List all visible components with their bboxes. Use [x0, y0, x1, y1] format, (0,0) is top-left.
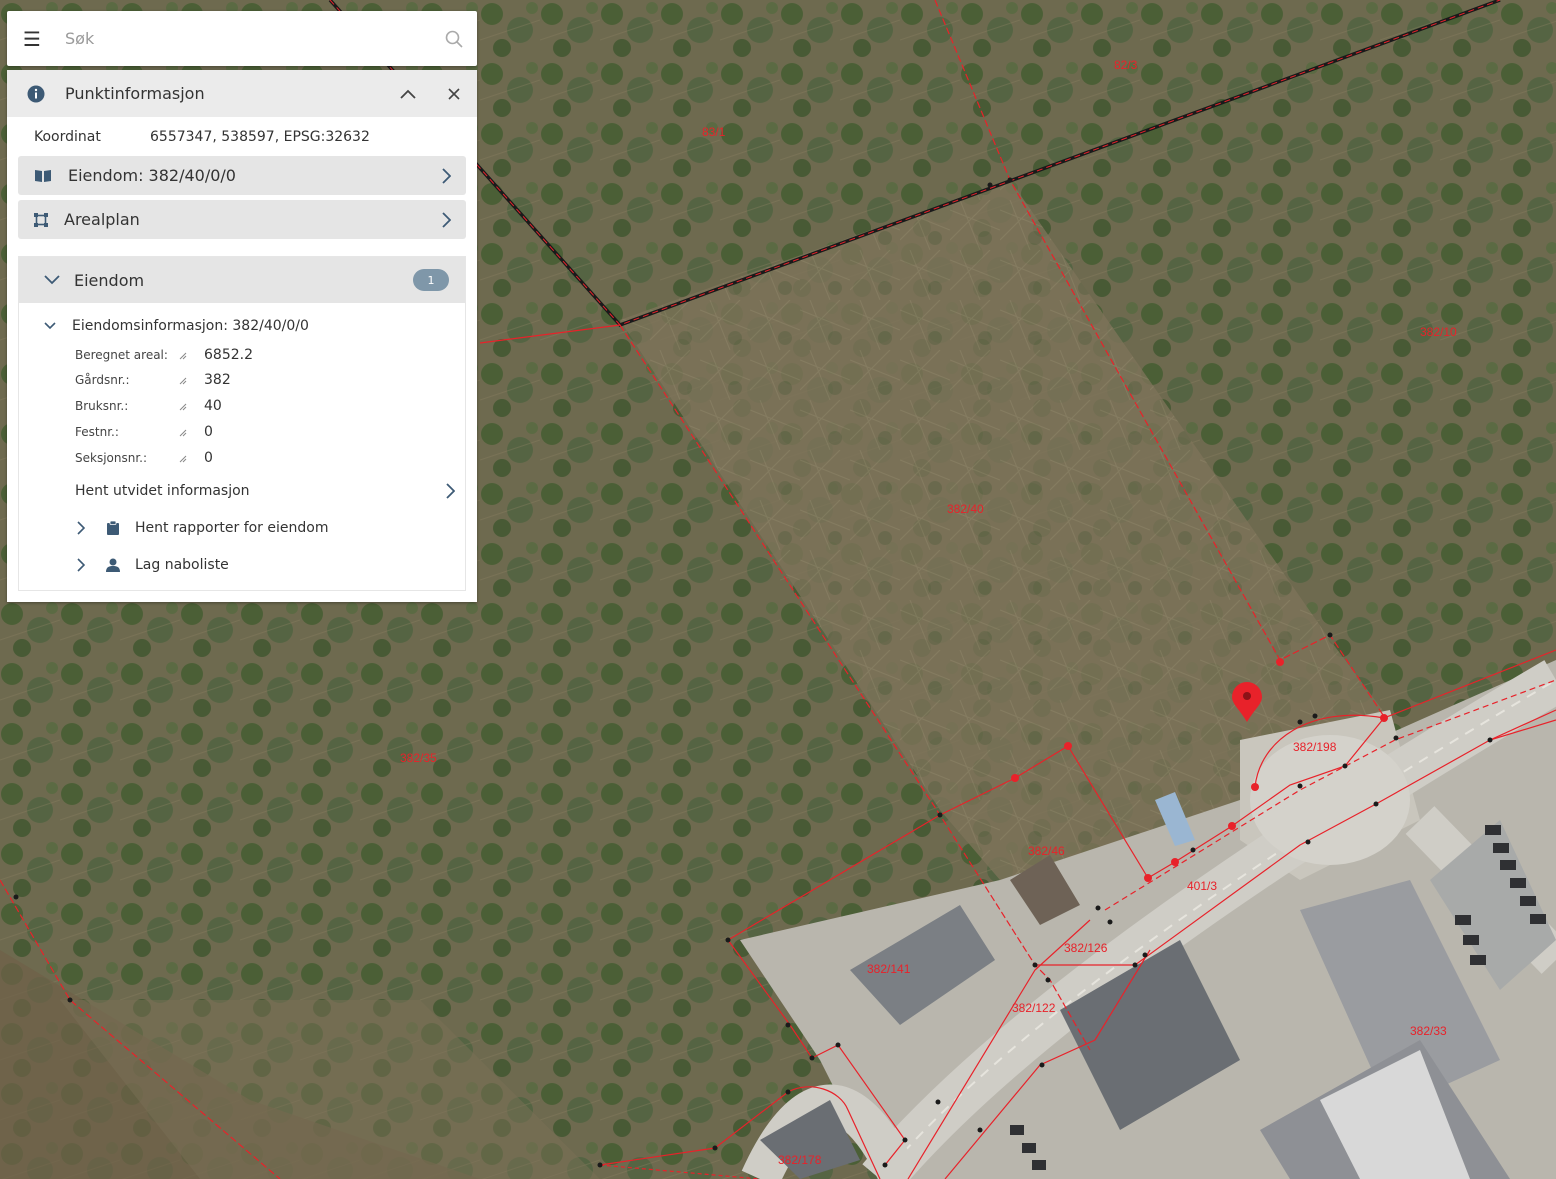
parcel-label: 382/198	[1293, 740, 1337, 754]
panel-title: Punktinformasjon	[65, 84, 205, 103]
parcel-label: 382/178	[778, 1153, 822, 1167]
book-icon	[35, 169, 51, 182]
nav-row-label: Eiendom: 382/40/0/0	[68, 166, 236, 185]
point-info-panel: Punktinformasjon Koordinat 6557347, 5385…	[7, 70, 477, 602]
coordinate-row: Koordinat 6557347, 538597, EPSG:32632	[7, 117, 477, 156]
menu-button[interactable]: ☰	[7, 11, 57, 66]
parcel-label: 382/122	[1012, 1001, 1056, 1015]
chevron-right-icon	[77, 558, 85, 572]
resize-grip-icon	[179, 377, 187, 385]
eiendomsinformasjon-toggle[interactable]: Eiendomsinformasjon: 382/40/0/0	[19, 314, 309, 338]
resize-grip-icon	[179, 429, 187, 437]
attribute-label: Beregnet areal:	[75, 348, 168, 362]
parcel-label: 83/1	[702, 125, 726, 139]
extended-info-label: Hent utvidet informasjon	[75, 483, 250, 499]
search-icon	[445, 30, 463, 48]
resize-grip-icon	[179, 403, 187, 411]
eiendom-section: Eiendom 1 Eiendomsinformasjon: 382/40/0/…	[18, 256, 466, 591]
coordinate-value: 6557347, 538597, EPSG:32632	[150, 128, 370, 145]
attribute-value: 0	[204, 450, 213, 466]
reports-action[interactable]: Hent rapporter for eiendom	[77, 515, 328, 541]
parcel-label: 82/3	[1114, 58, 1138, 72]
attribute-label: Festnr.:	[75, 425, 119, 439]
nav-row-arealplan[interactable]: Arealplan	[18, 200, 466, 239]
close-icon	[448, 87, 460, 100]
nav-row-label: Arealplan	[64, 210, 140, 229]
parcel-label: 382/46	[1028, 844, 1065, 858]
attribute-label: Seksjonsnr.:	[75, 451, 148, 465]
collapse-button[interactable]	[385, 70, 431, 117]
resize-grip-icon	[179, 455, 187, 463]
attribute-label: Gårdsnr.:	[75, 373, 130, 387]
parcel-label: 382/40	[947, 502, 984, 516]
attribute-value: 382	[204, 372, 231, 388]
attribute-row: Beregnet areal: 6852.2	[75, 343, 253, 367]
attribute-row: Gårdsnr.: 382	[75, 368, 231, 392]
area-plan-icon	[34, 212, 48, 227]
panel-header: Punktinformasjon	[7, 70, 477, 117]
parcel-label: 401/3	[1187, 879, 1217, 893]
resize-grip-icon	[179, 352, 187, 360]
eiendomsinformasjon-title: Eiendomsinformasjon: 382/40/0/0	[72, 318, 309, 334]
parcel-label: 382/33	[1410, 1024, 1447, 1038]
attribute-row: Seksjonsnr.: 0	[75, 446, 213, 470]
parcel-label: 382/126	[1064, 941, 1108, 955]
attribute-value: 0	[204, 424, 213, 440]
nav-row-eiendom[interactable]: Eiendom: 382/40/0/0	[18, 156, 466, 195]
parcel-label: 382/35	[400, 751, 437, 765]
search-input[interactable]	[57, 17, 431, 60]
chevron-right-icon	[442, 211, 451, 228]
neighbor-list-label: Lag naboliste	[135, 557, 229, 573]
extended-info-button[interactable]: Hent utvidet informasjon	[75, 478, 455, 504]
hamburger-icon: ☰	[23, 26, 41, 51]
neighbor-list-action[interactable]: Lag naboliste	[77, 552, 229, 578]
search-bar: ☰	[7, 11, 477, 66]
chevron-right-icon	[77, 521, 85, 535]
chevron-down-icon	[44, 275, 60, 285]
chevron-up-icon	[400, 89, 416, 99]
attribute-row: Festnr.: 0	[75, 420, 213, 444]
chevron-down-icon	[44, 322, 56, 330]
reports-action-label: Hent rapporter for eiendom	[135, 520, 329, 536]
attribute-row: Bruksnr.: 40	[75, 394, 222, 418]
close-button[interactable]	[431, 70, 477, 117]
person-icon	[106, 558, 120, 572]
info-icon	[27, 85, 45, 102]
attribute-label: Bruksnr.:	[75, 399, 129, 413]
search-button[interactable]	[431, 11, 477, 66]
eiendom-section-header[interactable]: Eiendom 1	[19, 257, 465, 303]
coordinate-label: Koordinat	[34, 128, 101, 145]
count-badge: 1	[413, 269, 449, 291]
clipboard-icon	[107, 521, 119, 535]
parcel-label: 382/10	[1420, 325, 1457, 339]
chevron-right-icon	[446, 483, 455, 499]
attribute-value: 40	[204, 398, 222, 414]
eiendom-section-title: Eiendom	[74, 270, 145, 290]
attribute-value: 6852.2	[204, 347, 253, 363]
chevron-right-icon	[442, 167, 451, 184]
parcel-label: 382/141	[867, 962, 911, 976]
